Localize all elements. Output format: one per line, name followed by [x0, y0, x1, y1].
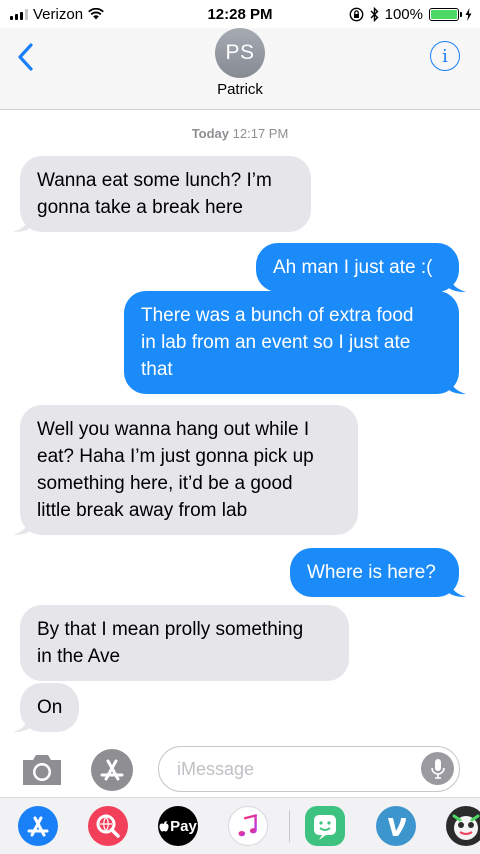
game-icon[interactable] — [446, 806, 480, 846]
outgoing-message[interactable]: Ah man I just ate :( — [256, 243, 466, 292]
message-input[interactable]: iMessage — [158, 746, 460, 792]
incoming-message[interactable]: On — [13, 683, 79, 732]
dictation-button[interactable] — [421, 752, 454, 785]
signal-icon — [10, 8, 28, 20]
info-icon: i — [442, 45, 448, 67]
status-bar: Verizon 12:28 PM 100% — [0, 0, 480, 28]
chevron-left-icon — [18, 43, 33, 71]
orientation-lock-icon — [349, 7, 364, 21]
wifi-icon — [88, 8, 104, 20]
incoming-message[interactable]: By that I mean prolly something in the A… — [20, 605, 349, 681]
conversation-header: PS Patrick i — [0, 28, 480, 110]
bluetooth-icon — [370, 6, 379, 22]
app-store-icon — [91, 749, 133, 791]
outgoing-message[interactable]: Where is here? — [290, 548, 466, 597]
message-input-bar: iMessage — [0, 738, 480, 798]
back-button[interactable] — [14, 40, 38, 74]
venmo-icon[interactable] — [376, 806, 416, 846]
battery-percent: 100% — [384, 5, 423, 23]
timestamp-day: Today — [191, 126, 230, 141]
charging-icon — [465, 7, 472, 21]
apple-pay-label: Pay — [170, 817, 197, 835]
microphone-icon — [430, 758, 445, 779]
thread-timestamp: Today 12:17 PM — [0, 126, 480, 141]
camera-icon — [23, 755, 61, 785]
outgoing-message[interactable]: There was a bunch of extra food in lab f… — [124, 291, 466, 394]
apps-button[interactable] — [90, 748, 134, 792]
drawer-divider — [289, 810, 290, 842]
app-drawer: Pay — [0, 797, 480, 854]
contact-name[interactable]: Patrick — [0, 81, 480, 98]
status-indicators: 100% — [349, 6, 472, 23]
bitmoji-icon[interactable] — [305, 806, 345, 846]
message-input-placeholder: iMessage — [177, 759, 255, 779]
apple-pay-icon[interactable]: Pay — [158, 806, 198, 846]
battery-icon — [429, 7, 462, 21]
info-button[interactable]: i — [430, 41, 460, 71]
incoming-message[interactable]: Well you wanna hang out while I eat? Hah… — [13, 405, 358, 535]
camera-button[interactable] — [20, 753, 64, 787]
incoming-message[interactable]: Wanna eat some lunch? I’m gonna take a b… — [13, 156, 311, 232]
contact-avatar[interactable]: PS — [215, 28, 265, 78]
carrier-group: Verizon — [10, 6, 104, 23]
music-icon[interactable] — [228, 806, 268, 846]
timestamp-time: 12:17 PM — [232, 126, 289, 141]
app-store-icon[interactable] — [18, 806, 58, 846]
web-images-icon[interactable] — [88, 806, 128, 846]
carrier-name: Verizon — [33, 5, 84, 23]
